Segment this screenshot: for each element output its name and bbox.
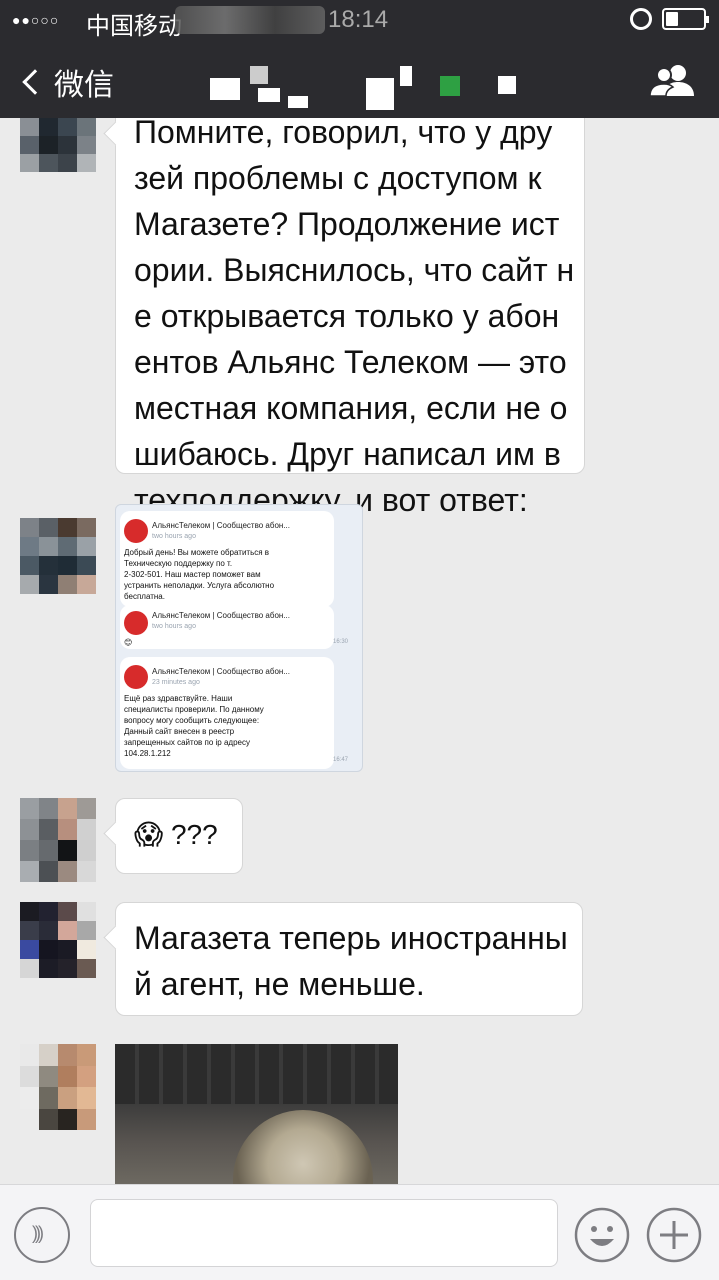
chevron-left-icon — [22, 69, 48, 95]
message-input[interactable] — [90, 1199, 558, 1267]
plus-button[interactable] — [646, 1207, 702, 1263]
blurred-status-region — [175, 6, 325, 34]
message-bubble[interactable]: Магазета теперь иностранны й агент, не м… — [115, 902, 583, 1016]
vk-comment-card: АльянсТелеком | Сообщество абон... 23 mi… — [120, 657, 334, 769]
status-bar: ●●○○○ 中国移动 18:14 — [0, 0, 719, 40]
card-time-ago: 23 minutes ago — [152, 679, 200, 686]
image-message[interactable]: АльянсТелеком | Сообщество абон... two h… — [115, 504, 363, 772]
message-bubble[interactable]: Помните, говорил, что у дру зей проблемы… — [115, 118, 585, 518]
video-background — [115, 1044, 398, 1104]
vk-comment-card: АльянсТелеком | Сообщество абон... two h… — [120, 605, 334, 649]
alarm-icon — [630, 8, 652, 30]
alliance-telecom-logo — [124, 611, 148, 635]
card-text: Добрый день! Вы можете обратиться в Техн… — [124, 548, 275, 601]
avatar[interactable] — [20, 118, 96, 172]
chat-area[interactable]: Помните, говорил, что у дру зей проблемы… — [0, 118, 719, 1184]
card-author: АльянсТелеком | Сообщество абон... — [152, 521, 290, 530]
card-author: АльянсТелеком | Сообщество абон... — [152, 611, 290, 620]
alliance-telecom-logo — [124, 665, 148, 689]
battery-icon — [662, 8, 709, 30]
avatar[interactable] — [20, 902, 96, 978]
video-message[interactable] — [115, 1044, 398, 1184]
chat-members-icon[interactable] — [648, 62, 696, 98]
card-text: 😊 — [124, 638, 133, 647]
top-bar: ●●○○○ 中国移动 18:14 微信 — [0, 0, 719, 118]
avatar[interactable] — [20, 518, 96, 594]
alliance-telecom-logo — [124, 519, 148, 543]
vk-comment-card: АльянсТелеком | Сообщество абон... two h… — [120, 511, 334, 607]
message-text: Магазета теперь иностранны й агент, не м… — [134, 920, 568, 1002]
back-button[interactable]: 微信 — [18, 60, 114, 104]
avatar[interactable] — [20, 1044, 96, 1130]
card-time-ago: two hours ago — [152, 623, 196, 630]
voice-input-button[interactable] — [14, 1207, 70, 1263]
card-text: Ещё раз здравствуйте. Наши специалисты п… — [124, 694, 264, 758]
card-author: АльянсТелеком | Сообщество абон... — [152, 667, 290, 676]
carrier-name: 中国移动 — [86, 13, 182, 40]
card-timestamp: 16:47 — [332, 757, 348, 763]
input-bar — [0, 1184, 719, 1280]
card-timestamp: 16:30 — [332, 639, 348, 645]
card-time-ago: two hours ago — [152, 533, 196, 540]
hedgehog-image — [233, 1110, 373, 1184]
signal-strength-icon: ●●○○○ — [12, 12, 60, 28]
message-text: 😱 ??? — [134, 819, 218, 850]
chat-title-redacted — [210, 66, 530, 110]
message-text: Помните, говорил, что у дру зей проблемы… — [134, 118, 575, 518]
avatar[interactable] — [20, 798, 96, 882]
message-bubble[interactable]: 😱 ??? — [115, 798, 243, 874]
back-label: 微信 — [54, 69, 114, 102]
status-time: 18:14 — [328, 6, 389, 33]
emoji-button[interactable] — [574, 1207, 630, 1263]
